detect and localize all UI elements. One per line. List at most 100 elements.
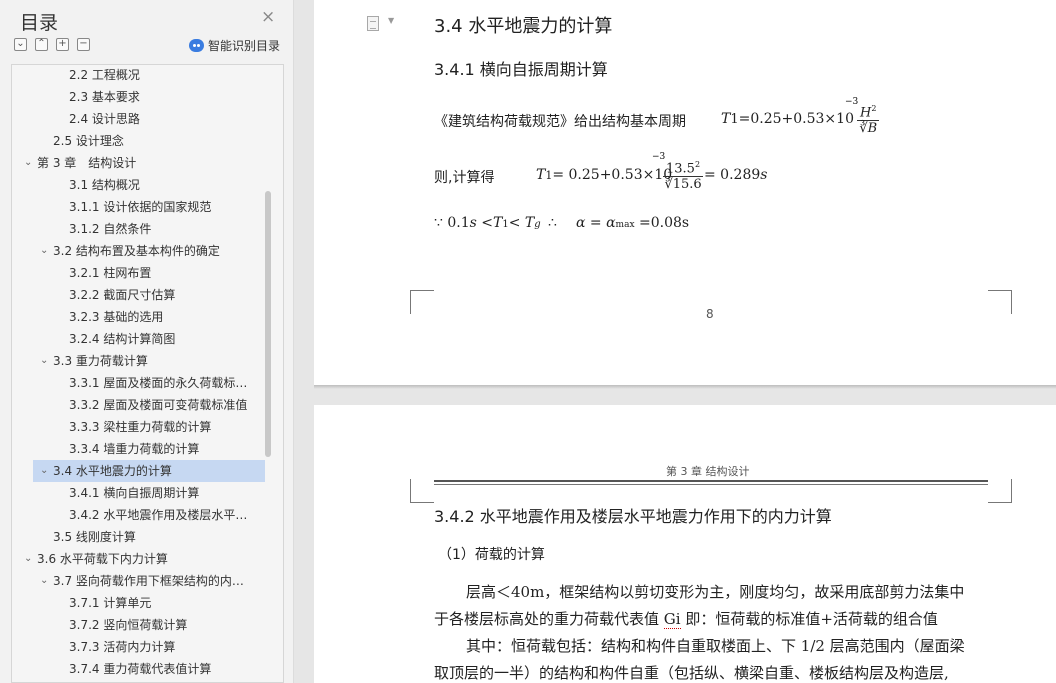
calc-result: = 0.289s <box>704 167 768 183</box>
period-formula: T1=0.25+0.53×10 <box>721 111 854 127</box>
close-icon[interactable]: × <box>261 9 275 26</box>
margin-corner <box>410 479 434 503</box>
toc-item[interactable]: 2.3 基本要求 <box>12 86 265 108</box>
toc-item[interactable]: ⌄ 3.6 水平荷载下内力计算 <box>12 548 265 570</box>
toc-item[interactable]: 3.2.2 截面尺寸估算 <box>12 284 265 306</box>
toc-item-label: 2.5 设计理念 <box>53 134 124 148</box>
sidebar-title: 目录 <box>20 12 59 34</box>
toc-item[interactable]: 3.1.2 自然条件 <box>12 218 265 240</box>
toc-item[interactable]: 3.3.3 梁柱重力荷载的计算 <box>12 416 265 438</box>
toc-item-label: 3.4.1 横向自振周期计算 <box>69 486 200 500</box>
toc-item-label: 3.5 线刚度计算 <box>53 530 136 544</box>
toc-item[interactable]: 3.3.2 屋面及楼面可变荷载标准值 <box>12 394 265 416</box>
calc-fraction: 13.52 ∛15.6 <box>663 157 704 192</box>
formula-line-1: 《建筑结构荷载规范》给出结构基本周期 <box>434 111 686 131</box>
toc-item[interactable]: 3.4.1 横向自振周期计算 <box>12 482 265 504</box>
margin-corner <box>410 290 434 314</box>
smart-toc-button[interactable]: 智能识别目录 <box>189 37 280 54</box>
condition-line: ∵ 0.1s <T1< Tg <box>434 215 541 231</box>
toc-item-label: 第 3 章 结构设计 <box>37 156 137 170</box>
paragraph-line: 取顶层的一半）的结构和构件自重（包括纵、横梁自重、楼板结构层及构造层, <box>434 664 949 682</box>
toc-item[interactable]: 3.7.3 活荷内力计算 <box>12 636 265 658</box>
toc-item-label: 3.3.2 屋面及楼面可变荷载标准值 <box>69 398 248 412</box>
toc-item[interactable]: ⌄ 第 3 章 结构设计 <box>12 152 265 174</box>
document-page: 第 3 章 结构设计 3.4.2 水平地震作用及楼层水平地震力作用下的内力计算 … <box>314 405 1056 683</box>
toc-item-label: 3.7.4 重力荷载代表值计算 <box>69 662 212 676</box>
toc-item[interactable]: ⌄ 3.7 竖向荷载作用下框架结构的内力计算 <box>12 570 265 592</box>
chevron-down-icon[interactable]: ▼ <box>388 16 394 25</box>
page-gap <box>314 385 1056 389</box>
toc-item-label: 3.3.1 屋面及楼面的永久荷载标准值 <box>69 376 253 390</box>
formula-intro-text: 《建筑结构荷载规范》给出结构基本周期 <box>434 114 686 130</box>
toc-item-label: 3.3 重力荷载计算 <box>53 354 148 368</box>
subsection-heading: 3.4.2 水平地震作用及楼层水平地震力作用下的内力计算 <box>434 507 832 526</box>
toc-item[interactable]: 3.2.3 基础的选用 <box>12 306 265 328</box>
toc-item-label: 3.1.1 设计依据的国家规范 <box>69 200 212 214</box>
toc-item-label: 3.1 结构概况 <box>69 178 140 192</box>
header-rule <box>434 484 988 485</box>
toc-item[interactable]: 3.2.1 柱网布置 <box>12 262 265 284</box>
toc-item[interactable]: ⌄ 3.2 结构布置及基本构件的确定 <box>12 240 265 262</box>
toc-item-label: 3.1.2 自然条件 <box>69 222 152 236</box>
margin-corner <box>988 290 1012 314</box>
toc-item[interactable]: 3.3.1 屋面及楼面的永久荷载标准值 <box>12 372 265 394</box>
toc-item[interactable]: 3.4.2 水平地震作用及楼层水平地震力作用下的内力计算 <box>12 504 265 526</box>
toc-item-label: 3.7.2 竖向恒荷载计算 <box>69 618 188 632</box>
toc-item[interactable]: 3.7.4 重力荷载代表值计算 <box>12 658 265 680</box>
page-number: 8 <box>706 307 714 321</box>
toc-item-label: 3.2 结构布置及基本构件的确定 <box>53 244 220 258</box>
paragraph-line: 层高＜40m，框架结构以剪切变形为主，刚度均匀，故采用底部剪力法集中 <box>466 583 965 601</box>
toc-item[interactable]: 3.5 线刚度计算 <box>12 526 265 548</box>
page-options-icon[interactable] <box>367 16 379 31</box>
toc-item[interactable]: 3.3.4 墙重力荷载的计算 <box>12 438 265 460</box>
alpha-result: α = αmax =0.08s <box>576 215 690 231</box>
toc-scrollbar-thumb[interactable] <box>265 191 271 457</box>
chevron-down-icon[interactable]: ⌄ <box>24 548 32 570</box>
calc-formula: T1= 0.25+0.53×10 <box>536 167 673 183</box>
toc-list-panel: 2.2 工程概况 2.3 基本要求 2.4 设计思路 2.5 设计理念 ⌄ 第 3 章 结… <box>11 64 284 683</box>
paragraph-line: 于各楼层标高处的重力荷载代表值 Gi 即：恒荷载的标准值+活荷载的组合值 <box>434 610 938 629</box>
toc-item-label: 3.4 水平地震力的计算 <box>53 464 172 478</box>
ai-assistant-icon <box>189 39 204 52</box>
item-heading: （1）荷载的计算 <box>438 547 545 563</box>
toc-item-label: 3.3.4 墙重力荷载的计算 <box>69 442 200 456</box>
toc-item[interactable]: ⌄ 3.4 水平地震力的计算 <box>33 460 265 482</box>
toc-item-label: 3.7.3 活荷内力计算 <box>69 640 176 654</box>
toc-item[interactable]: 3.1.1 设计依据的国家规范 <box>12 196 265 218</box>
toc-item-label: 3.2.2 截面尺寸估算 <box>69 288 176 302</box>
toc-item-label: 3.2.3 基础的选用 <box>69 310 164 324</box>
toc-item[interactable]: 2.2 工程概况 <box>12 65 265 86</box>
margin-corner <box>988 479 1012 503</box>
section-heading: 3.4 水平地震力的计算 <box>434 16 613 37</box>
collapse-all-icon[interactable]: ⌃ <box>35 38 48 51</box>
toc-toolbar: ⌄ ⌃ + − <box>14 38 90 51</box>
chevron-down-icon[interactable]: ⌄ <box>40 350 48 372</box>
chevron-down-icon[interactable]: ⌄ <box>24 152 32 174</box>
chevron-down-icon[interactable]: ⌄ <box>40 460 48 482</box>
toc-item-label: 2.4 设计思路 <box>69 112 140 126</box>
toc-item-label: 3.7 竖向荷载作用下框架结构的内力计算 <box>53 574 253 588</box>
chevron-down-icon[interactable]: ⌄ <box>40 240 48 262</box>
formula-fraction: H2 ∛B <box>857 101 880 136</box>
toc-item[interactable]: 3.2.4 结构计算简图 <box>12 328 265 350</box>
toc-item[interactable]: 3.1 结构概况 <box>12 174 265 196</box>
chevron-down-icon[interactable]: ⌄ <box>40 570 48 592</box>
toc-item[interactable]: 3.7.1 计算单元 <box>12 592 265 614</box>
running-header: 第 3 章 结构设计 <box>666 465 750 478</box>
remove-heading-icon[interactable]: − <box>77 38 90 51</box>
therefore-symbol: ∴ <box>548 215 557 231</box>
toc-item-label: 3.7.1 计算单元 <box>69 596 152 610</box>
document-page: ▼ 3.4 水平地震力的计算 3.4.1 横向自振周期计算 《建筑结构荷载规范》… <box>314 0 1056 385</box>
smart-toc-label: 智能识别目录 <box>208 39 281 53</box>
toc-item[interactable]: 2.5 设计理念 <box>12 130 265 152</box>
toc-item[interactable]: ⌄ 3.3 重力荷载计算 <box>12 350 265 372</box>
toc-item-label: 2.2 工程概况 <box>69 68 140 82</box>
expand-all-icon[interactable]: ⌄ <box>14 38 27 51</box>
toc-item[interactable]: 3.7.2 竖向恒荷载计算 <box>12 614 265 636</box>
toc-item[interactable]: 2.4 设计思路 <box>12 108 265 130</box>
toc-item-label: 3.2.4 结构计算简图 <box>69 332 176 346</box>
add-heading-icon[interactable]: + <box>56 38 69 51</box>
header-rule <box>434 480 988 482</box>
toc-sidebar: 目录 × ⌄ ⌃ + − 智能识别目录 2.2 工程概况 2.3 基本要求 2.4 … <box>0 0 294 683</box>
calc-intro-text: 则,计算得 <box>434 170 495 186</box>
